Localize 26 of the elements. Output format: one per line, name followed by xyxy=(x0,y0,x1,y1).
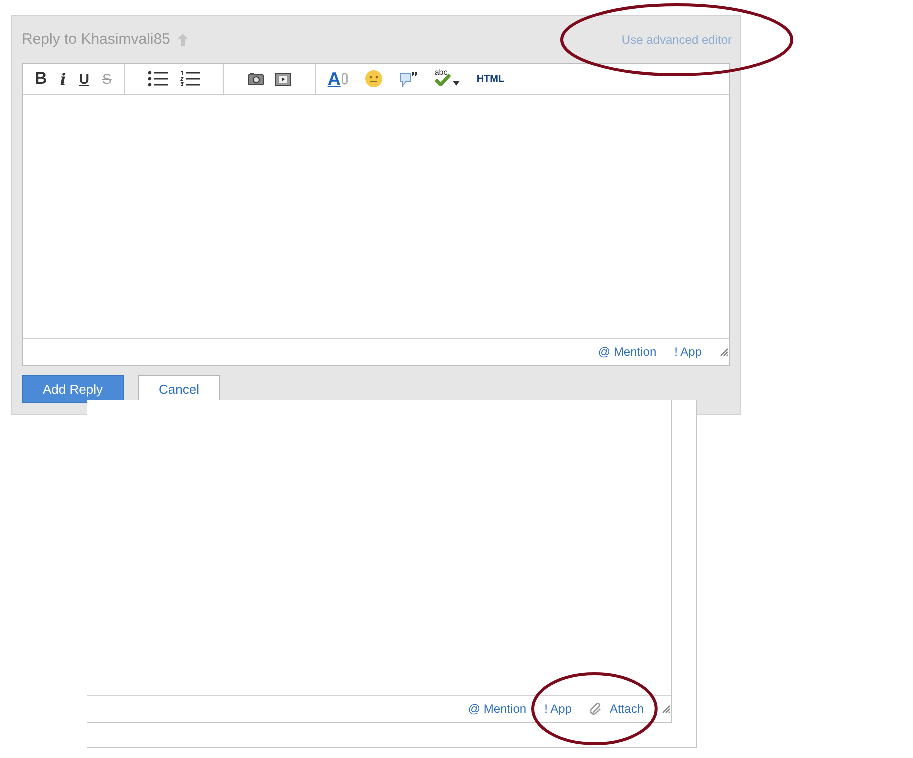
italic-button[interactable]: i xyxy=(60,70,66,88)
bold-button[interactable]: B xyxy=(35,69,48,89)
paperclip-icon[interactable] xyxy=(342,73,348,85)
speech-bubble-icon[interactable] xyxy=(400,71,418,87)
footer-link[interactable]: ! App xyxy=(544,702,572,716)
camera-icon[interactable] xyxy=(248,73,264,85)
reply-title: Reply to Khasimvali85 xyxy=(22,31,170,48)
bulleted-list-icon[interactable] xyxy=(148,71,168,87)
footer-link[interactable]: @ Mention xyxy=(468,702,527,716)
caret-icon[interactable] xyxy=(452,81,460,86)
resize-grip-icon[interactable] xyxy=(720,348,729,356)
footer-link[interactable]: ! App xyxy=(674,345,702,359)
film-icon[interactable] xyxy=(274,72,291,86)
font-color-letter: A xyxy=(328,68,341,90)
strikethrough-button[interactable]: S xyxy=(102,71,112,87)
paperclip-icon[interactable] xyxy=(590,703,602,715)
footer-link[interactable]: @ Mention xyxy=(598,345,657,359)
font-color-button[interactable]: A xyxy=(328,68,348,90)
smiley-icon[interactable] xyxy=(364,70,383,88)
attach-link[interactable]: Attach xyxy=(610,702,644,716)
checkmark-icon[interactable] xyxy=(434,74,451,86)
add-reply-button[interactable]: Add Reply xyxy=(22,375,124,403)
underline-button[interactable]: U xyxy=(79,71,90,87)
html-button[interactable]: HTML xyxy=(476,74,505,84)
resize-grip-icon[interactable] xyxy=(662,704,671,714)
numbered-list-icon[interactable] xyxy=(180,71,200,87)
